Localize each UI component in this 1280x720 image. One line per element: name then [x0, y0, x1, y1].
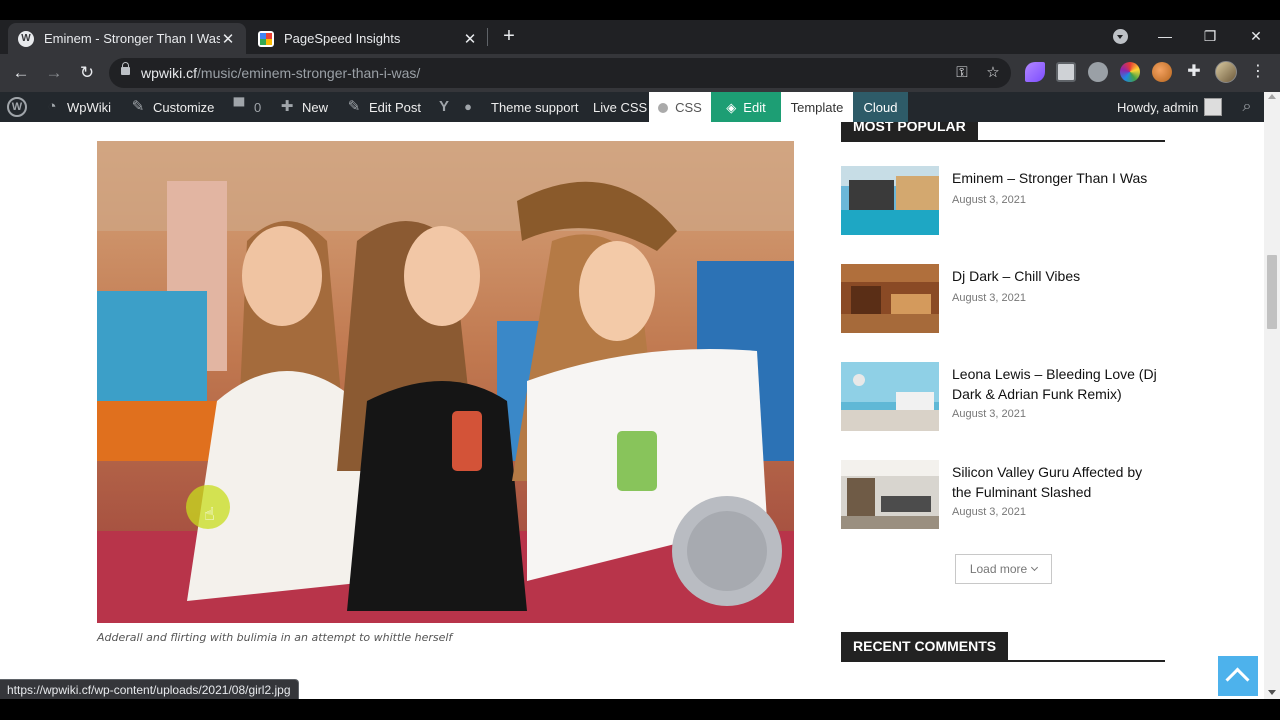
- scroll-down-arrow-icon[interactable]: [1268, 690, 1276, 695]
- post-thumbnail[interactable]: [841, 460, 939, 529]
- new-content-menu[interactable]: ✚ New: [278, 92, 328, 122]
- close-tab-icon[interactable]: ✕: [462, 30, 478, 48]
- post-date: August 3, 2021: [952, 408, 1027, 420]
- post-date: August 3, 2021: [952, 506, 1027, 518]
- lock-icon[interactable]: [121, 62, 130, 75]
- tab-pagespeed[interactable]: PageSpeed Insights ✕: [248, 23, 488, 54]
- post-title[interactable]: Dj Dark – Chill Vibes: [952, 266, 1164, 286]
- screen-top-border: [0, 0, 1280, 20]
- dashboard-gauge-icon: ◔: [47, 98, 57, 115]
- cloud-button[interactable]: Cloud: [853, 92, 908, 123]
- tab-separator: [487, 28, 488, 46]
- recent-comments-header: RECENT COMMENTS: [841, 632, 1165, 662]
- screen-extension-icon[interactable]: [1056, 62, 1076, 82]
- site-name-menu[interactable]: ◔ WpWiki: [43, 92, 111, 122]
- popular-post[interactable]: Eminem – Stronger Than I Was August 3, 2…: [841, 166, 1165, 236]
- most-popular-header: MOST POPULAR: [841, 122, 1165, 142]
- forward-icon[interactable]: →: [42, 61, 66, 85]
- bookmark-star-icon[interactable]: ☆: [982, 62, 1004, 84]
- key-icon[interactable]: ⚿: [951, 62, 973, 84]
- account-menu[interactable]: Howdy, admin: [1117, 92, 1223, 122]
- page-content: ☝ Adderall and flirting with bulimia in …: [0, 122, 1264, 699]
- wordpress-icon: W: [18, 30, 34, 47]
- edit-button[interactable]: ◈ Edit: [711, 92, 781, 123]
- site-name: WpWiki: [67, 99, 112, 115]
- tab-eminem[interactable]: W Eminem - Stronger Than I Was - WpWiki …: [8, 23, 246, 54]
- eye-icon: ◈: [726, 99, 737, 115]
- load-more-button[interactable]: Load more: [955, 554, 1052, 584]
- pencil-icon: ✎: [347, 98, 361, 115]
- new-tab-icon[interactable]: +: [498, 25, 520, 47]
- live-css-link[interactable]: Live CSS: [593, 92, 647, 122]
- admin-avatar: [1204, 98, 1223, 116]
- template-button[interactable]: Template: [781, 92, 853, 123]
- admin-search[interactable]: ⌕: [1238, 92, 1256, 122]
- yoast-seo-menu[interactable]: Y ●: [435, 92, 477, 122]
- post-title[interactable]: Silicon Valley Guru Affected by the Fulm…: [952, 462, 1164, 502]
- feather-extension-icon[interactable]: [1025, 62, 1045, 82]
- back-to-top-button[interactable]: [1218, 656, 1258, 696]
- post-thumbnail[interactable]: [841, 166, 939, 235]
- chevron-down-icon: [1031, 563, 1039, 572]
- scroll-up-arrow-icon[interactable]: [1268, 94, 1276, 99]
- translate-extension-icon[interactable]: [1088, 62, 1108, 82]
- back-icon[interactable]: ←: [9, 61, 33, 85]
- address-bar[interactable]: wpwiki.cf/music/eminem-stronger-than-i-w…: [109, 58, 1011, 88]
- url-text[interactable]: wpwiki.cf/music/eminem-stronger-than-i-w…: [141, 65, 420, 81]
- screen-bottom-border: [0, 699, 1280, 720]
- css-button[interactable]: CSS: [649, 92, 711, 123]
- post-date: August 3, 2021: [952, 292, 1027, 304]
- customize-link[interactable]: ✎ Customize: [129, 92, 215, 122]
- extensions-puzzle-icon[interactable]: ✚: [1184, 62, 1204, 82]
- tab-search-icon[interactable]: [1113, 29, 1128, 44]
- popular-post[interactable]: Leona Lewis – Bleeding Love (Dj Dark & A…: [841, 362, 1165, 432]
- plus-icon: ✚: [280, 98, 294, 115]
- restore-icon[interactable]: ❐: [1198, 24, 1222, 48]
- popular-post[interactable]: Dj Dark – Chill Vibes August 3, 2021: [841, 264, 1165, 334]
- tab-label: PageSpeed Insights: [284, 31, 401, 46]
- post-thumbnail[interactable]: [841, 264, 939, 333]
- hand-cursor-icon: ☝: [204, 504, 215, 524]
- brush-icon: ✎: [131, 98, 145, 115]
- search-icon: ⌕: [1242, 98, 1252, 115]
- browser-menu-icon[interactable]: ⋮: [1250, 61, 1266, 83]
- most-popular-title: MOST POPULAR: [841, 122, 978, 140]
- pagespeed-icon: [258, 30, 274, 47]
- browser-tab-strip: W Eminem - Stronger Than I Was - WpWiki …: [0, 20, 1280, 54]
- wp-admin-bar: W ◔ WpWiki ✎ Customize ▀ 0 ✚ New ✎ Edit …: [0, 92, 1280, 123]
- tab-label: Eminem - Stronger Than I Was - WpWiki: [44, 31, 220, 46]
- post-thumbnail[interactable]: [841, 362, 939, 431]
- comment-bubble-icon: ▀: [233, 98, 245, 115]
- yoast-icon: Y: [438, 98, 449, 115]
- status-bar-url: https://wpwiki.cf/wp-content/uploads/202…: [0, 679, 299, 700]
- edit-post-link[interactable]: ✎ Edit Post: [345, 92, 421, 122]
- wordpress-logo-icon: W: [7, 97, 27, 117]
- scrollbar-thumb[interactable]: [1267, 255, 1277, 329]
- image-caption: Adderall and flirting with bulimia in an…: [97, 631, 453, 644]
- seo-status-dot-icon: ●: [464, 99, 472, 114]
- featured-image[interactable]: [97, 141, 794, 623]
- profile-avatar[interactable]: [1215, 61, 1237, 83]
- post-date: August 3, 2021: [952, 194, 1027, 206]
- wp-logo-menu[interactable]: W: [7, 92, 27, 122]
- theme-support-link[interactable]: Theme support: [491, 92, 578, 122]
- reload-icon[interactable]: ↻: [75, 61, 99, 85]
- cookie-extension-icon[interactable]: [1152, 62, 1172, 82]
- page-scrollbar[interactable]: [1264, 92, 1280, 699]
- post-title[interactable]: Leona Lewis – Bleeding Love (Dj Dark & A…: [952, 364, 1164, 404]
- minimize-icon[interactable]: —: [1153, 24, 1177, 48]
- recent-comments-title: RECENT COMMENTS: [841, 632, 1009, 660]
- close-window-icon[interactable]: ✕: [1244, 24, 1268, 48]
- close-tab-icon[interactable]: ✕: [220, 30, 236, 48]
- color-picker-extension-icon[interactable]: [1120, 62, 1140, 82]
- comments-link[interactable]: ▀ 0: [230, 92, 262, 122]
- popular-post[interactable]: Silicon Valley Guru Affected by the Fulm…: [841, 460, 1165, 530]
- css-dot-icon: [658, 102, 669, 113]
- post-title[interactable]: Eminem – Stronger Than I Was: [952, 168, 1164, 188]
